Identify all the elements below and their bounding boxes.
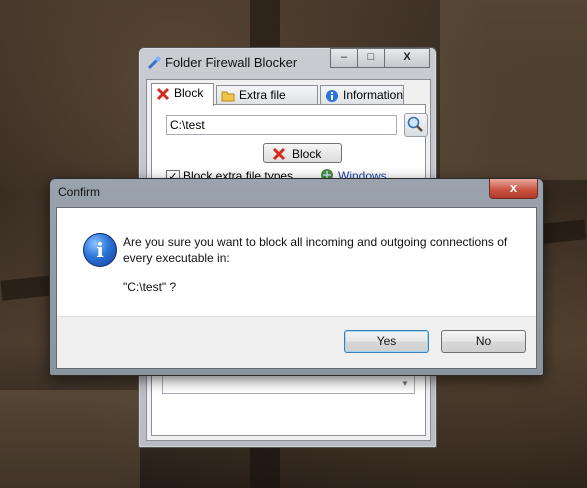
app-icon	[147, 56, 161, 70]
red-x-icon	[156, 87, 170, 101]
search-icon	[407, 116, 423, 132]
dialog-message: Are you sure you want to block all incom…	[123, 235, 508, 265]
tab-label: Block	[174, 86, 204, 100]
background-light	[0, 390, 140, 488]
close-button[interactable]: X	[384, 48, 430, 68]
dialog-close-button[interactable]: x	[489, 179, 538, 199]
dropdown[interactable]: ▼	[162, 374, 415, 394]
minimize-button[interactable]: –	[330, 48, 358, 68]
maximize-button[interactable]: □	[357, 48, 385, 68]
block-button[interactable]: Block	[263, 143, 342, 163]
confirm-dialog: Confirm x i Are you sure you want to blo…	[49, 178, 544, 376]
tab-block[interactable]: Block	[151, 83, 214, 106]
info-icon	[326, 90, 338, 102]
chevron-down-icon: ▼	[401, 379, 409, 388]
yes-button[interactable]: Yes	[344, 330, 429, 353]
window-title: Folder Firewall Blocker	[165, 55, 298, 70]
background-light	[440, 0, 587, 180]
folder-path-input[interactable]: C:\test	[166, 115, 397, 135]
dialog-footer: Yes No	[57, 316, 536, 368]
dialog-path: "C:\test" ?	[123, 280, 177, 294]
red-x-icon	[272, 147, 286, 161]
info-icon: i	[83, 233, 117, 267]
no-button[interactable]: No	[441, 330, 526, 353]
browse-button[interactable]	[404, 113, 428, 137]
block-button-label: Block	[292, 147, 322, 161]
dialog-title: Confirm	[58, 185, 101, 199]
tab-extra-file-types[interactable]: Extra file types	[216, 85, 318, 121]
tab-information[interactable]: Information	[320, 85, 404, 104]
dialog-body: i Are you sure you want to block all inc…	[56, 207, 537, 369]
tab-label: Information	[343, 88, 404, 102]
folder-icon	[221, 91, 235, 102]
